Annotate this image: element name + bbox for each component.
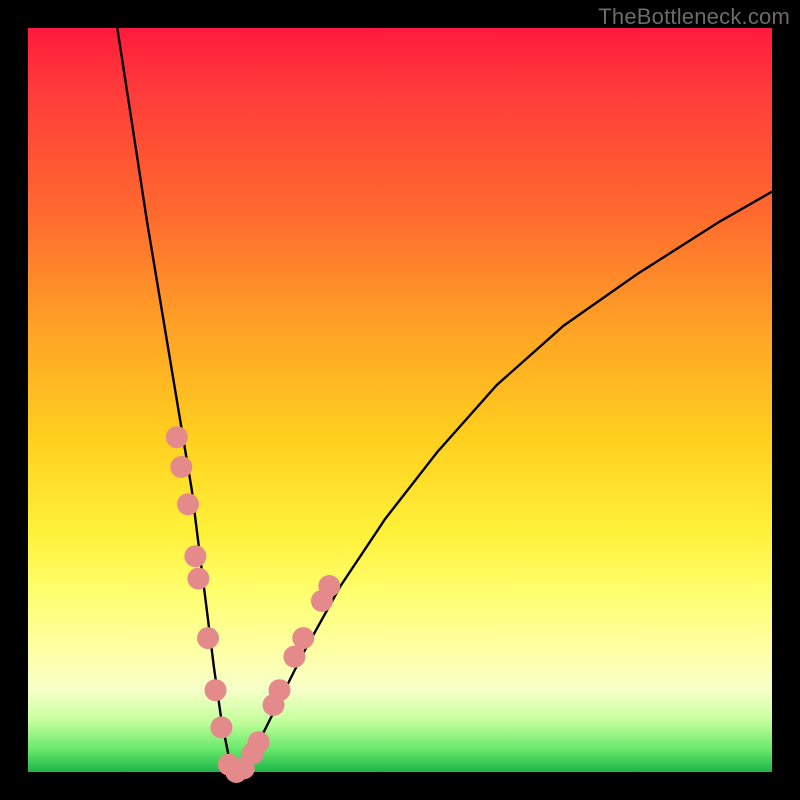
scatter-dot bbox=[318, 575, 340, 597]
scatter-dot bbox=[197, 627, 219, 649]
bottleneck-curve bbox=[117, 28, 772, 772]
scatter-dot bbox=[205, 679, 227, 701]
chart-svg bbox=[28, 28, 772, 772]
scatter-dot bbox=[187, 568, 209, 590]
scatter-dot bbox=[184, 545, 206, 567]
scatter-dot bbox=[269, 679, 291, 701]
chart-frame: TheBottleneck.com bbox=[0, 0, 800, 800]
chart-plot-area bbox=[28, 28, 772, 772]
scatter-dot bbox=[170, 456, 192, 478]
watermark-text: TheBottleneck.com bbox=[598, 4, 790, 30]
scatter-dot bbox=[210, 716, 232, 738]
scatter-dot bbox=[166, 426, 188, 448]
scatter-dot bbox=[177, 493, 199, 515]
scatter-dot bbox=[248, 731, 270, 753]
scatter-dot bbox=[292, 627, 314, 649]
scatter-dots bbox=[166, 426, 340, 783]
